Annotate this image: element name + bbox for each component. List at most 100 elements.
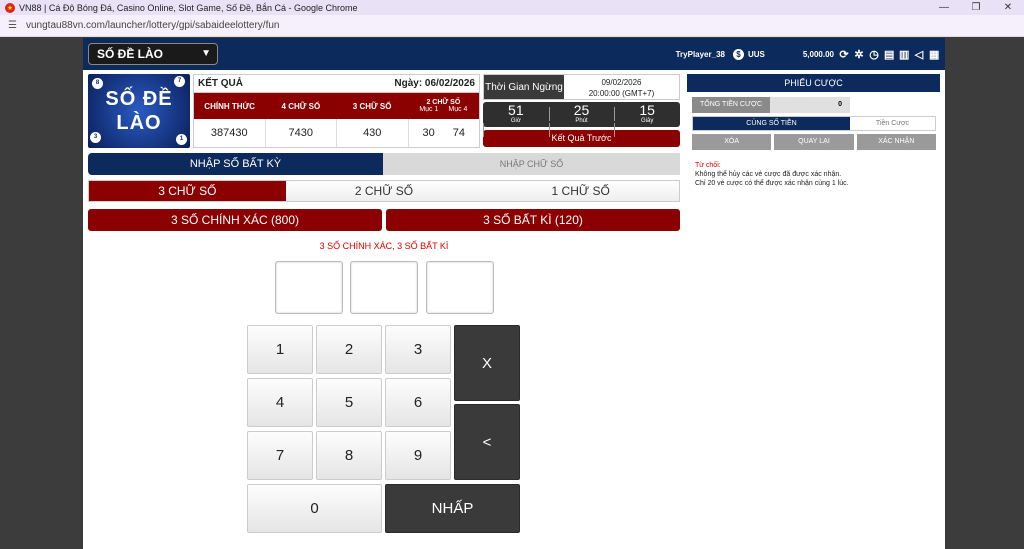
val-two: 30 74	[409, 119, 480, 147]
results-header: CHÍNH THỨC 4 CHỮ SỐ 3 CHỮ SỐ 2 CHỮ SỐ Mụ…	[194, 93, 479, 119]
clear-key[interactable]: X	[454, 325, 520, 401]
url-text[interactable]: vungtau88vn.com/launcher/lottery/gpi/sab…	[26, 20, 280, 31]
key-1[interactable]: 1	[247, 325, 313, 374]
logo-line2: LÀO	[116, 112, 162, 134]
key-5[interactable]: 5	[316, 378, 382, 427]
key-3[interactable]: 3	[385, 325, 451, 374]
user-info: TryPlayer_38 $ UUS 5,000.00 ⟳ ✲ ◷ ▤ ▥ ◁ …	[676, 38, 939, 70]
window-title: VN88 | Cá Độ Bóng Đá, Casino Online, Slo…	[19, 2, 358, 13]
col-main: CHÍNH THỨC	[204, 101, 255, 111]
note-line1: Không thể hủy các vé cược đã được xác nh…	[695, 171, 842, 178]
player-name: TryPlayer_38	[675, 49, 725, 59]
confirm-button[interactable]: XÁC NHẬN	[856, 134, 936, 150]
sound-icon[interactable]: ◁	[914, 48, 924, 61]
logo-ball-icon: 1	[176, 134, 187, 145]
note-line2: Chỉ 20 vé cược có thể được xác nhận cùng…	[695, 180, 849, 187]
col-muc1: Mục 1	[419, 106, 439, 113]
col-muc4: Mục 4	[448, 106, 468, 113]
same-amount-button[interactable]: CÙNG SỐ TIỀN	[693, 117, 850, 130]
tab-any-number[interactable]: NHẬP SỐ BẤT KỲ	[88, 153, 383, 175]
restore-button[interactable]: ❐	[960, 0, 992, 15]
tab-digit-entry[interactable]: NHẬP CHỮ SỐ	[383, 153, 680, 175]
key-2[interactable]: 2	[316, 325, 382, 374]
val-muc4: 74	[452, 127, 465, 139]
countdown-panel: Thời Gian Ngừng 09/02/2026 20:00:00 (GMT…	[483, 74, 680, 148]
key-7[interactable]: 7	[247, 431, 313, 480]
countdown-timer: 51 Giờ 25 Phút 15 Giây	[483, 102, 680, 137]
bet-hint: 3 SỐ CHÍNH XÁC, 3 SỐ BẤT KÌ	[319, 241, 449, 251]
digit-box-1[interactable]	[275, 261, 343, 314]
val-muc1: 30	[422, 127, 435, 139]
amount-row: CÙNG SỐ TIỀN Tiền Cược	[692, 116, 936, 131]
digit-box-2[interactable]	[350, 261, 418, 314]
previous-results-button[interactable]: Kết Quả Trước	[483, 130, 680, 147]
enter-key[interactable]: NHẤP	[385, 484, 520, 533]
mode-tabs: NHẬP SỐ BẤT KỲ NHẬP CHỮ SỐ	[88, 153, 680, 175]
val-four: 7430	[266, 119, 337, 147]
total-bet-label: TỔNG TIỀN CƯỢC	[692, 97, 770, 113]
results-label: KẾT QUẢ	[198, 78, 243, 89]
slip-actions: XÓA QUAY LẠI XÁC NHẬN	[692, 134, 936, 150]
bet-any-button[interactable]: 3 SỐ BẤT KÌ (120)	[386, 209, 680, 231]
dropdown-caret-icon: ▼	[201, 48, 211, 59]
key-0[interactable]: 0	[247, 484, 382, 533]
results-date: Ngày: 06/02/2026	[394, 78, 475, 89]
delete-button[interactable]: XÓA	[692, 134, 772, 150]
hours: 51	[508, 102, 524, 118]
refresh-icon[interactable]: ⟳	[839, 48, 849, 61]
balance: 5,000.00	[802, 49, 834, 59]
stop-date: 09/02/2026	[601, 78, 642, 87]
bet-type-buttons: 3 SỐ CHÍNH XÁC (800) 3 SỐ BẤT KÌ (120)	[88, 209, 680, 231]
seconds-unit: Giây	[614, 118, 680, 137]
val-three: 430	[337, 119, 409, 147]
top-nav: SỐ ĐỀ LÀO ▼ TryPlayer_38 $ UUS 5,000.00 …	[83, 38, 945, 70]
minutes: 25	[573, 102, 590, 118]
results-values: 387430 7430 430 30 74	[194, 119, 479, 147]
bet-exact-button[interactable]: 3 SỐ CHÍNH XÁC (800)	[88, 209, 382, 231]
document-icon[interactable]: ▤	[884, 48, 894, 61]
settings-icon[interactable]: ✲	[854, 48, 864, 61]
bet-slip: PHIẾU CƯỢC TỔNG TIỀN CƯỢC 0 CÙNG SỐ TIỀN…	[687, 74, 940, 188]
val-main: 387430	[194, 119, 266, 147]
logo-ball-icon: 7	[174, 76, 185, 87]
slip-note: Từ chối: Không thể hủy các vé cược đã đư…	[695, 161, 940, 188]
back-button[interactable]: QUAY LẠI	[774, 134, 854, 150]
history-icon[interactable]: ◷	[869, 48, 879, 61]
hours-unit: Giờ	[483, 118, 549, 137]
note-title: Từ chối:	[695, 162, 721, 169]
key-9[interactable]: 9	[385, 431, 451, 480]
currency-icon: $	[732, 48, 744, 60]
backspace-key[interactable]: <	[454, 404, 520, 480]
currency-code: UUS	[747, 49, 765, 59]
stop-time-label: Thời Gian Ngừng	[484, 75, 564, 99]
digit-tabs: 3 CHỮ SỐ 2 CHỮ SỐ 1 CHỮ SỐ	[88, 180, 680, 202]
lottery-app: SỐ ĐỀ LÀO ▼ TryPlayer_38 $ UUS 5,000.00 …	[83, 38, 945, 549]
tab-2-digits[interactable]: 2 CHỮ SỐ	[285, 181, 483, 201]
game-select[interactable]: SỐ ĐỀ LÀO ▼	[88, 43, 218, 65]
clipboard-icon[interactable]: ▥	[899, 48, 909, 61]
key-4[interactable]: 4	[247, 378, 313, 427]
digit-box-3[interactable]	[426, 261, 494, 314]
tab-3-digits[interactable]: 3 CHỮ SỐ	[89, 181, 286, 201]
key-8[interactable]: 8	[316, 431, 382, 480]
total-bet-value: 0	[770, 97, 850, 113]
total-bet: TỔNG TIỀN CƯỢC 0	[692, 97, 850, 113]
amount-input[interactable]: Tiền Cược	[850, 117, 935, 130]
browser-titlebar: ★ VN88 | Cá Độ Bóng Đá, Casino Online, S…	[0, 0, 1024, 15]
minimize-button[interactable]: —	[928, 0, 960, 15]
site-favicon-icon: ★	[5, 2, 15, 13]
tab-1-digit[interactable]: 1 CHỮ SỐ	[482, 181, 680, 201]
game-logo: 8 7 3 1 SỐ ĐỀ LÀO	[88, 74, 190, 148]
stop-clock: 20:00:00 (GMT+7)	[588, 89, 655, 98]
col-three: 3 CHỮ SỐ	[352, 101, 392, 111]
col-two-label: 2 CHỮ SỐ	[426, 99, 461, 106]
stop-time-value: 09/02/2026 20:00:00 (GMT+7)	[564, 75, 679, 99]
calculator-icon[interactable]: ▦	[929, 48, 939, 61]
address-bar[interactable]: ☰ vungtau88vn.com/launcher/lottery/gpi/s…	[0, 15, 1024, 37]
close-button[interactable]: ✕	[992, 0, 1024, 15]
site-settings-icon[interactable]: ☰	[8, 20, 20, 31]
game-select-label: SỐ ĐỀ LÀO	[97, 47, 164, 61]
key-6[interactable]: 6	[385, 378, 451, 427]
seconds: 15	[639, 102, 655, 118]
col-four: 4 CHỮ SỐ	[281, 101, 321, 111]
